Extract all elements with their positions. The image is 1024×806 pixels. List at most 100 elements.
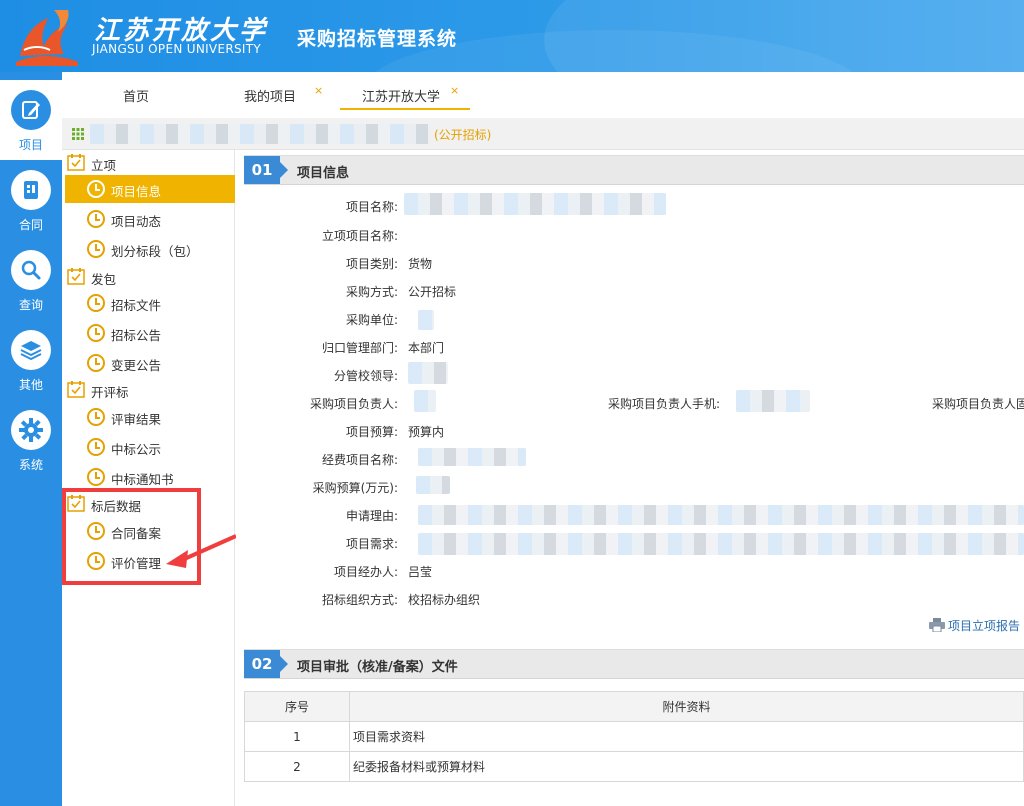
menu-item-label: 评审结果: [111, 412, 162, 427]
clock-icon: [87, 240, 105, 258]
rail-item-system[interactable]: 系统: [0, 400, 62, 480]
field-label: 经费项目名称:: [321, 453, 398, 467]
field-label: 招标组织方式:: [321, 593, 398, 607]
table-cell: 项目需求资料: [349, 721, 1024, 752]
menu-item-award-publicity[interactable]: 中标公示: [65, 433, 235, 461]
column-header: 附件资料: [349, 691, 1024, 722]
menu-item-review-results[interactable]: 评审结果: [65, 403, 235, 431]
tab-jiangsu-open-university[interactable]: 江苏开放大学 ×: [340, 84, 470, 110]
menu-group-evaluation: 开评标: [62, 377, 235, 403]
tab-home[interactable]: 首页: [118, 86, 154, 110]
close-icon[interactable]: ×: [314, 84, 323, 97]
table-row: 1 项目需求资料: [244, 721, 1024, 752]
clock-icon: [87, 354, 105, 372]
field-value: 本部门: [408, 341, 445, 355]
section-title: 项目审批（核准/备案）文件: [297, 660, 458, 675]
tab-bar: 首页 我的项目 × 江苏开放大学 ×: [62, 72, 1024, 116]
menu-item-label: 项目信息: [111, 184, 162, 199]
clock-icon: [87, 468, 105, 486]
grid-icon: [72, 128, 84, 140]
calendar-check-icon: [67, 381, 85, 398]
tab-label: 江苏开放大学: [362, 90, 441, 105]
redacted-value: [418, 448, 526, 466]
section-header-approval-docs: 02 项目审批（核准/备案）文件: [244, 649, 1024, 679]
project-crumb-bar: (公开招标): [62, 118, 1024, 150]
table-cell: 1: [244, 721, 350, 752]
menu-item-divide-lots[interactable]: 划分标段（包）: [65, 235, 235, 263]
layers-icon: [11, 330, 51, 370]
attachment-table: 序号 附件资料 1 项目需求资料 2 纪委报备材料或预算材料: [244, 691, 1024, 782]
menu-group-label: 发包: [91, 272, 117, 287]
section-number: 01: [244, 156, 288, 184]
menu-item-label: 划分标段（包）: [111, 244, 199, 259]
clock-icon: [87, 324, 105, 342]
menu-group-establish: 立项: [62, 150, 235, 176]
redacted-value: [418, 533, 1024, 555]
menu-item-label: 中标公示: [111, 442, 162, 457]
menu-item-project-info[interactable]: 项目信息: [65, 175, 235, 203]
system-title: 采购招标管理系统: [297, 28, 458, 50]
menu-item-label: 招标文件: [111, 298, 162, 313]
rail-item-label: 合同: [18, 218, 43, 232]
gear-icon: [11, 410, 51, 450]
clock-icon: [87, 180, 105, 198]
menu-item-award-notice[interactable]: 中标通知书: [65, 463, 235, 491]
menu-group-label: 立项: [91, 158, 117, 173]
table-cell: 2: [244, 751, 350, 782]
section-header-project-info: 01 项目信息: [244, 155, 1024, 185]
menu-item-label: 项目动态: [111, 214, 162, 229]
column-header: 序号: [244, 691, 350, 722]
fixed-phone-label: 采购项目负责人固: [932, 397, 1024, 411]
redacted-project-name: [90, 124, 430, 144]
close-icon[interactable]: ×: [450, 84, 459, 97]
rail-item-query[interactable]: 查询: [0, 240, 62, 320]
redacted-value: [408, 362, 448, 384]
field-label: 采购方式:: [345, 285, 398, 299]
menu-item-project-updates[interactable]: 项目动态: [65, 205, 235, 233]
project-report-link[interactable]: 项目立项报告: [948, 617, 1020, 634]
field-label: 采购预算(万元):: [312, 481, 398, 495]
table-cell: 纪委报备材料或预算材料: [349, 751, 1024, 782]
search-icon: [11, 250, 51, 290]
rail-item-label: 查询: [18, 298, 43, 312]
field-label: 项目类别:: [345, 257, 398, 271]
menu-item-label: 中标通知书: [111, 472, 174, 487]
tab-label: 首页: [122, 90, 149, 105]
app-header: 江苏开放大学 JIANGSU OPEN UNIVERSITY 采购招标管理系统: [0, 0, 1024, 72]
logo-english-text: JIANGSU OPEN UNIVERSITY: [92, 42, 261, 56]
table-header-row: 序号 附件资料: [244, 691, 1024, 722]
field-label: 采购项目负责人:: [309, 397, 398, 411]
field-label: 项目经办人:: [333, 565, 398, 579]
rail-item-label: 其他: [18, 378, 43, 392]
clock-icon: [87, 210, 105, 228]
menu-item-label: 变更公告: [111, 358, 162, 373]
rail-item-label: 系统: [18, 458, 43, 472]
procurement-method-tag: (公开招标): [434, 128, 492, 142]
side-menu: 立项 项目信息 项目动态 划分标段（包） 发包 招标文件 招标公告 变更公告 开…: [62, 150, 235, 806]
field-label: 采购单位:: [345, 313, 398, 327]
rail-item-other[interactable]: 其他: [0, 320, 62, 400]
main-content: 01 项目信息 项目名称: 立项项目名称: 项目类别: 货物 采购方式: 公开招…: [236, 150, 1024, 806]
tab-my-projects[interactable]: 我的项目 ×: [240, 84, 323, 110]
tab-label: 我的项目: [243, 90, 296, 105]
redacted-value: [404, 193, 666, 215]
menu-item-change-notice[interactable]: 变更公告: [65, 349, 235, 377]
left-rail: 项目 合同 查询 其他 系统: [0, 72, 62, 806]
menu-item-tender-docs[interactable]: 招标文件: [65, 289, 235, 317]
university-logo-icon: [16, 10, 78, 66]
field-label: 立项项目名称:: [321, 229, 398, 243]
printer-icon: [929, 618, 945, 632]
calendar-check-icon: [67, 154, 85, 171]
clock-icon: [87, 294, 105, 312]
rail-item-contract[interactable]: 合同: [0, 160, 62, 240]
field-label: 项目预算:: [345, 425, 398, 439]
rail-item-project[interactable]: 项目: [0, 80, 62, 160]
menu-item-tender-notice[interactable]: 招标公告: [65, 319, 235, 347]
redacted-value: [416, 476, 450, 494]
field-label: 申请理由:: [345, 509, 398, 523]
table-row: 2 纪委报备材料或预算材料: [244, 751, 1024, 782]
field-label: 分管校领导:: [333, 369, 398, 383]
field-label: 项目名称:: [345, 200, 398, 214]
menu-group-label: 开评标: [91, 385, 129, 400]
section-number: 02: [244, 650, 288, 678]
